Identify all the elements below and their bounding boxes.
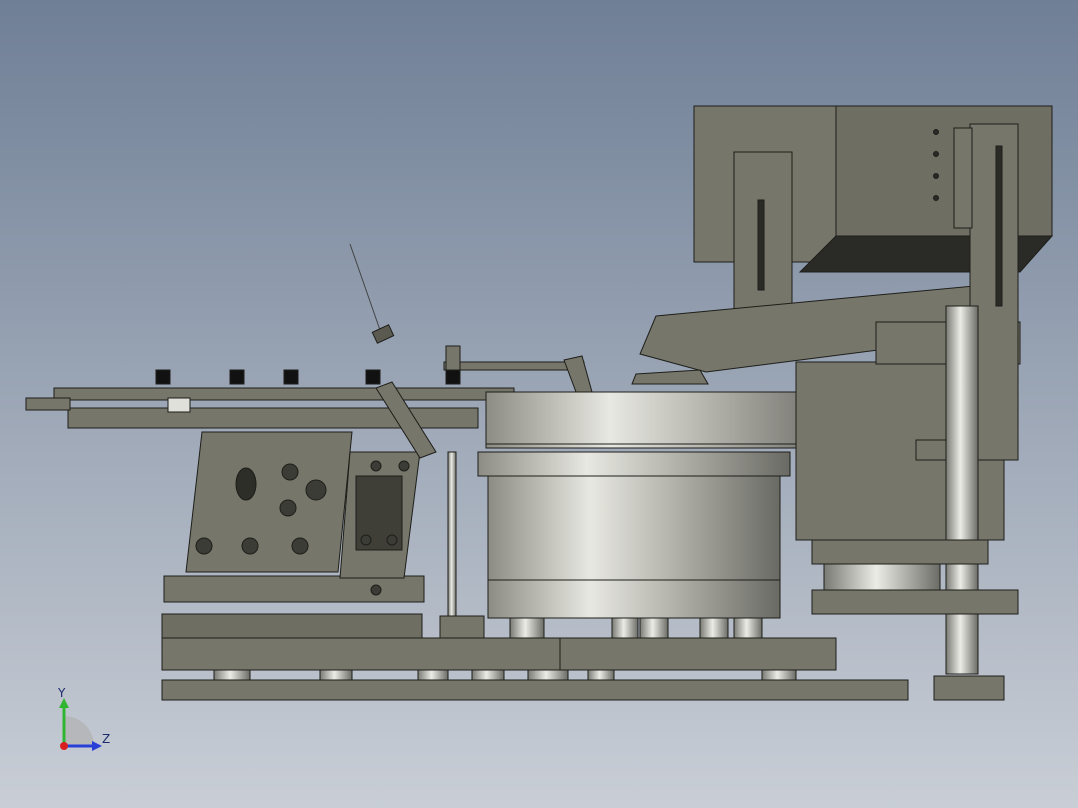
slot-hole xyxy=(235,467,257,501)
frame-side-plate xyxy=(953,127,973,229)
cad-viewport[interactable]: Y Z xyxy=(0,0,1078,808)
x-axis-icon xyxy=(60,742,68,750)
bowl-body xyxy=(487,469,781,581)
z-axis-label: Z xyxy=(102,732,111,746)
track-rail-top xyxy=(53,387,515,401)
linear-feeder-body xyxy=(185,431,353,573)
bowl-base-ring xyxy=(487,577,781,619)
base-end-block xyxy=(933,675,1005,701)
guide-post xyxy=(445,345,461,371)
model-view[interactable] xyxy=(0,0,1078,808)
hopper-slot xyxy=(757,199,765,291)
y-axis-label: Y xyxy=(58,686,66,700)
rod-base xyxy=(439,615,485,639)
base-block-left xyxy=(163,575,425,603)
frame-slot xyxy=(995,145,1003,307)
bowl-rim xyxy=(485,391,841,449)
guide-arm xyxy=(443,361,585,371)
lower-clamp-plate xyxy=(811,589,1019,615)
bowl-stand xyxy=(559,637,837,671)
support-rod-left xyxy=(447,451,457,619)
track-end-left xyxy=(25,397,71,411)
lower-cylinders xyxy=(823,561,941,593)
base-plate-bottom xyxy=(161,679,909,701)
elevator-rod xyxy=(945,305,979,675)
bowl-collar xyxy=(477,451,791,477)
base-plate-upper xyxy=(161,613,423,639)
hopper-side xyxy=(835,105,1053,237)
lower-block xyxy=(811,539,989,565)
sensor-block xyxy=(167,397,191,413)
